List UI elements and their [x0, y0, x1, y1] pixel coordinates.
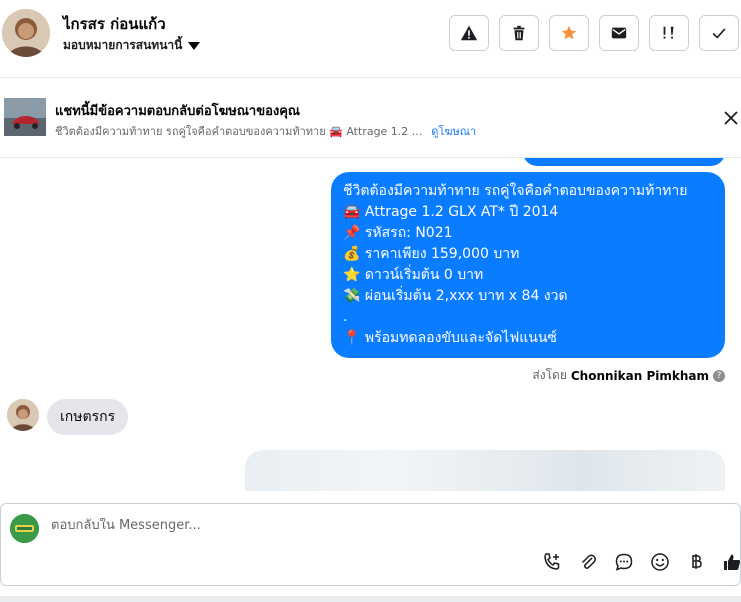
reply-input[interactable]	[51, 518, 651, 533]
contact-avatar[interactable]	[2, 9, 50, 57]
star-icon	[561, 25, 577, 40]
mark-unread-button[interactable]	[599, 15, 639, 51]
view-ad-link[interactable]: ดูโฆษณา	[431, 122, 476, 140]
help-icon[interactable]: ?	[713, 369, 725, 382]
check-icon	[712, 28, 726, 39]
outgoing-message-bubble[interactable]: ชีวิตต้องมีความท้าทาย รถคู่ใจคือคำตอบของ…	[331, 172, 725, 358]
priority-button[interactable]	[649, 15, 689, 51]
conversation-header: ไกรสร ก่อนแก้ว มอบหมายการสนทนานี้	[0, 0, 741, 78]
composer-toolbar	[542, 552, 741, 572]
incoming-message-text: เกษตรกร	[60, 409, 116, 425]
ad-caption: ชีวิตต้องมีความท้าทาย รถคู่ใจคือคำตอบของ…	[55, 125, 423, 138]
ad-thumbnail[interactable]	[4, 98, 46, 136]
sent-by-label: ส่งโดย Chonnikan Pimkham ?	[532, 366, 725, 385]
message-line: 💰 ราคาเพียง 159,000 บาท	[343, 246, 520, 262]
header-actions	[449, 15, 739, 51]
mark-done-button[interactable]	[699, 15, 739, 51]
envelope-icon	[611, 27, 627, 39]
reply-composer	[0, 503, 741, 586]
assign-conversation-dropdown[interactable]: มอบหมายการสนทนานี้	[63, 36, 201, 55]
message-line: ⭐ ดาวน์เริ่มต้น 0 บาท	[343, 267, 484, 283]
outgoing-message-bubble[interactable]	[523, 158, 725, 166]
phone-plus-icon[interactable]	[542, 552, 562, 572]
delete-button[interactable]	[499, 15, 539, 51]
page-avatar	[10, 514, 39, 543]
paperclip-icon[interactable]	[578, 552, 598, 572]
message-line: ชีวิตต้องมีความท้าทาย รถคู่ใจคือคำตอบของ…	[343, 183, 688, 199]
message-line: 📍 พร้อมทดลองขับและจัดไฟแนนซ์	[343, 330, 557, 346]
sender-name: Chonnikan Pimkham	[570, 368, 709, 383]
bottom-divider	[0, 596, 741, 602]
saved-reply-icon[interactable]	[614, 552, 634, 572]
contact-name[interactable]: ไกรสร ก่อนแก้ว	[63, 12, 166, 36]
report-spam-button[interactable]	[449, 15, 489, 51]
baht-icon[interactable]	[686, 552, 706, 572]
message-line: 💸 ผ่อนเริ่มต้น 2,xxx บาท x 84 งวด	[343, 288, 568, 304]
contact-avatar-small[interactable]	[7, 399, 39, 431]
thumbs-up-icon[interactable]	[722, 552, 741, 572]
close-icon[interactable]	[723, 110, 739, 126]
star-button[interactable]	[549, 15, 589, 51]
image-message[interactable]	[245, 450, 725, 491]
ad-reply-banner: แชทนี้มีข้อความตอบกลับต่อโฆษณาของคุณ ชีว…	[0, 78, 741, 158]
chevron-down-icon	[188, 41, 201, 50]
trash-icon	[513, 25, 525, 41]
warning-icon	[460, 25, 478, 41]
message-line: .	[343, 309, 348, 325]
message-line: 🚘 Attrage 1.2 GLX AT* ปี 2014	[343, 204, 559, 220]
ad-banner-subtitle: ชีวิตต้องมีความท้าทาย รถคู่ใจคือคำตอบของ…	[55, 122, 476, 140]
message-line: 📌 รหัสรถ: N021	[343, 225, 453, 241]
ad-banner-title: แชทนี้มีข้อความตอบกลับต่อโฆษณาของคุณ	[55, 104, 300, 119]
sent-by-prefix: ส่งโดย	[532, 368, 567, 382]
assign-label: มอบหมายการสนทนานี้	[63, 38, 183, 52]
incoming-message-bubble[interactable]: เกษตรกร	[47, 399, 129, 435]
emoji-icon[interactable]	[650, 552, 670, 572]
priority-icon	[663, 26, 674, 39]
message-thread: ชีวิตต้องมีความท้าทาย รถคู่ใจคือคำตอบของ…	[0, 158, 741, 491]
